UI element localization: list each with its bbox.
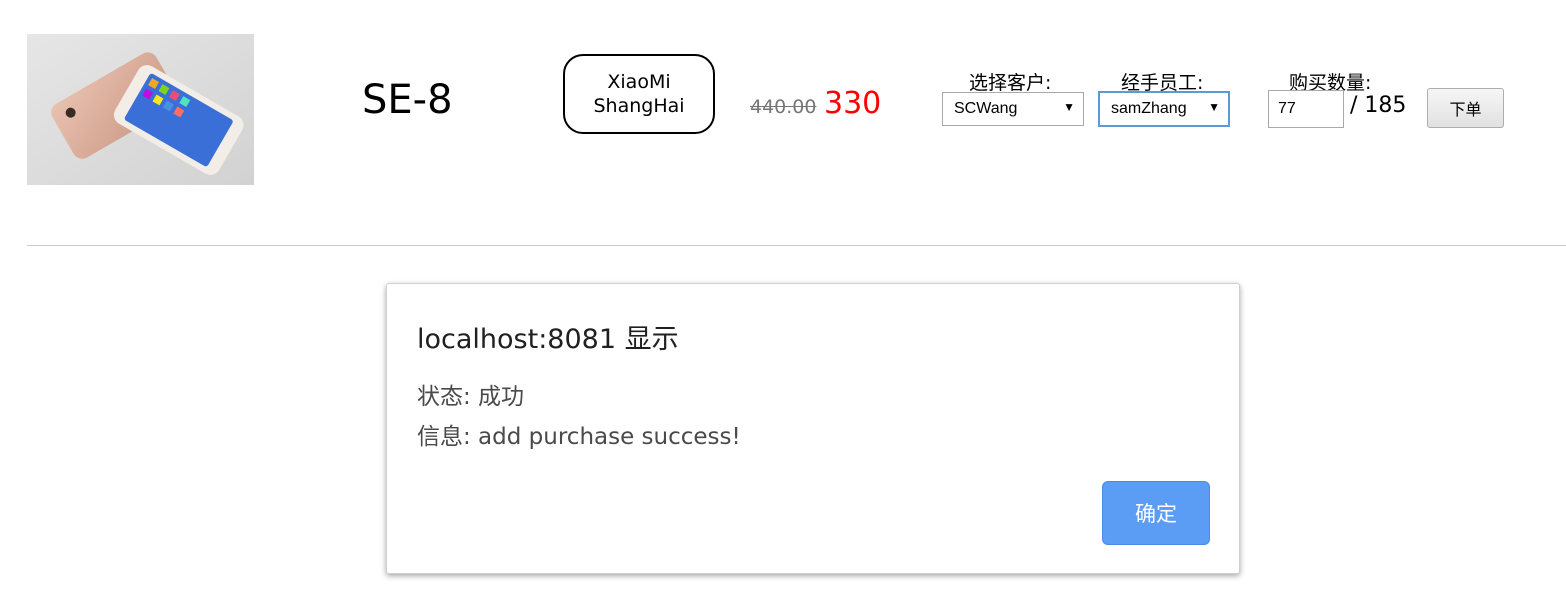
alert-dialog: localhost:8081 显示 状态: 成功 信息: add purchas… [386, 283, 1240, 574]
dropdown-arrow-icon: ▼ [1063, 100, 1075, 114]
product-name: SE-8 [362, 77, 453, 123]
confirm-button[interactable]: 确定 [1102, 481, 1210, 545]
place-order-button[interactable]: 下单 [1427, 88, 1504, 128]
quantity-input[interactable]: 77 [1268, 90, 1344, 128]
customer-select-value: SCWang [954, 100, 1018, 117]
product-row: SE-8 XiaoMi ShangHai 440.00 330 选择客户: SC… [0, 0, 1566, 246]
employee-select-value: samZhang [1111, 100, 1187, 117]
vendor-box: XiaoMi ShangHai [563, 54, 715, 134]
customer-label: 选择客户: [969, 72, 1052, 94]
customer-select[interactable]: SCWang ▼ [942, 92, 1084, 126]
employee-label: 经手员工: [1121, 72, 1204, 94]
stock-count: / 185 [1350, 93, 1407, 118]
vendor-name: XiaoMi [607, 71, 671, 93]
divider [27, 245, 1566, 246]
employee-select[interactable]: samZhang ▼ [1099, 92, 1229, 126]
product-image [27, 34, 254, 185]
dialog-status-line: 状态: 成功 [417, 384, 525, 410]
sale-price: 330 [824, 86, 882, 121]
dialog-info-line: 信息: add purchase success! [417, 424, 741, 450]
original-price: 440.00 [750, 96, 817, 118]
dialog-title: localhost:8081 显示 [417, 324, 679, 355]
dropdown-arrow-icon: ▼ [1208, 100, 1220, 114]
vendor-city: ShangHai [593, 95, 685, 117]
